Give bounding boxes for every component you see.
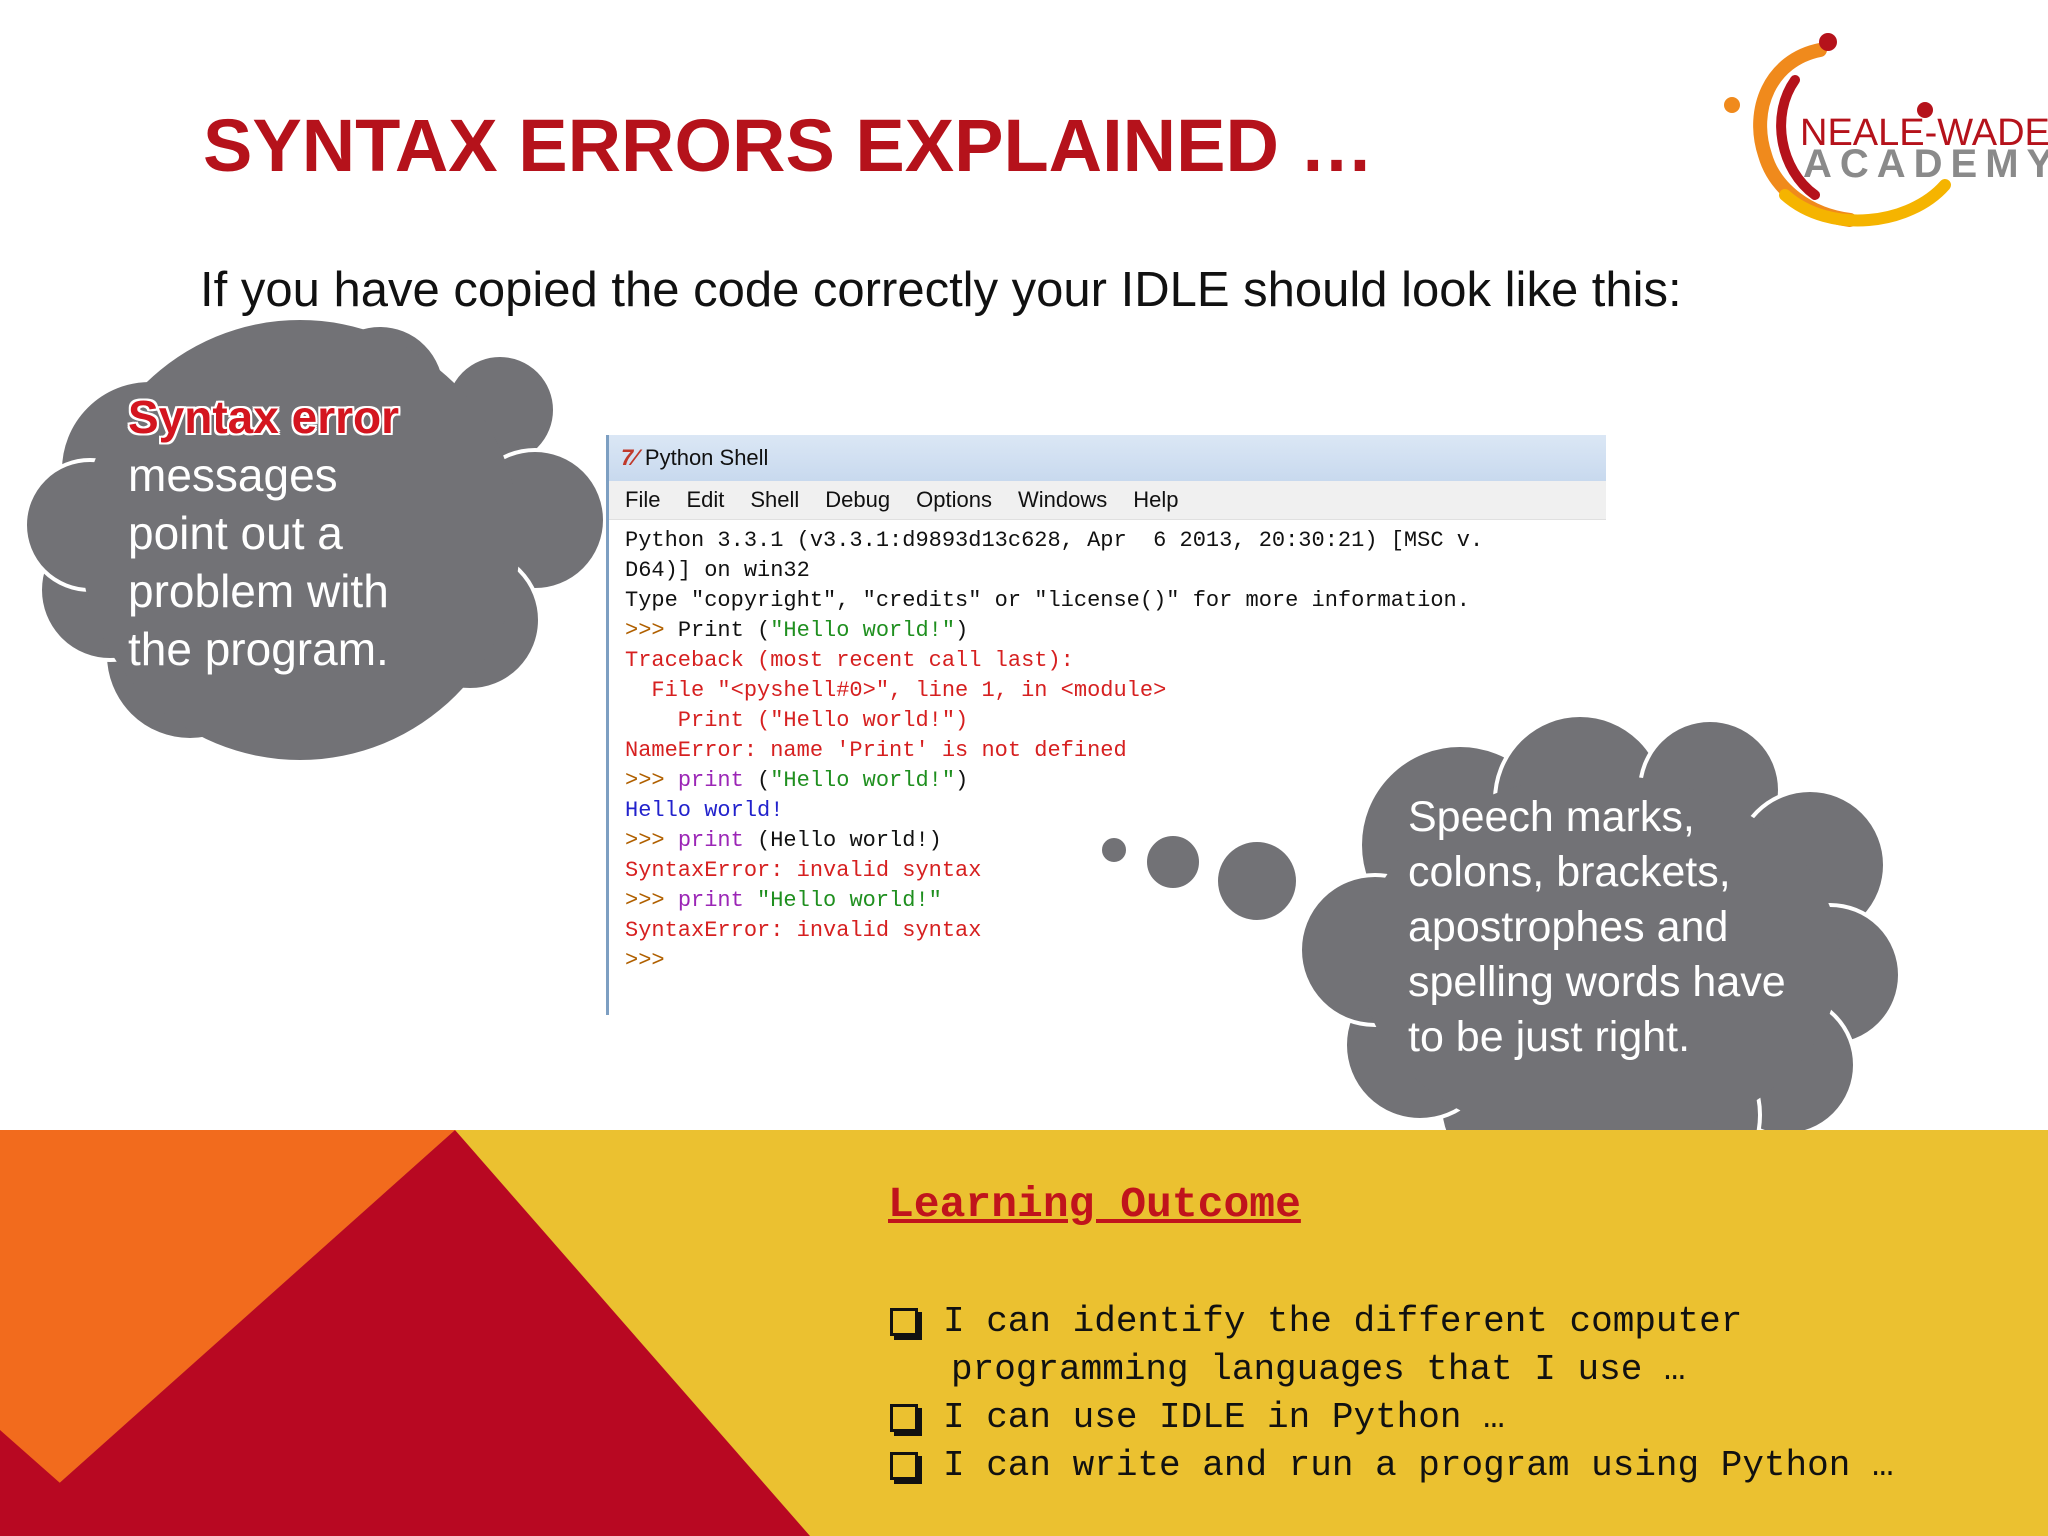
shell-segment: D64)] on win32 <box>625 558 810 583</box>
shell-line: File "<pyshell#0>", line 1, in <module> <box>625 676 1606 706</box>
shell-segment: ( <box>743 768 771 793</box>
shell-segment: File "<pyshell#0>", line 1, in <module> <box>625 678 1167 703</box>
shell-segment: Type "copyright", "credits" or "license(… <box>625 588 1470 613</box>
shell-segment: Print ( <box>677 618 771 643</box>
shell-segment: print <box>677 768 744 793</box>
shell-segment: (Hello world!) <box>743 828 942 853</box>
menu-debug[interactable]: Debug <box>825 487 890 513</box>
cloud-right-text: Speech marks, colons, brackets, apostrop… <box>1408 793 1786 1061</box>
shell-segment: "Hello world!" <box>757 888 942 913</box>
shell-segment: SyntaxError: invalid syntax <box>625 918 982 943</box>
shell-segment: print <box>677 828 744 853</box>
shell-line: Type "copyright", "credits" or "license(… <box>625 586 1606 616</box>
academy-logo: NEALE-WADE ACADEMY <box>1710 20 2048 240</box>
shell-line: Traceback (most recent call last): <box>625 646 1606 676</box>
cloud-left-text: Syntax error messages point out a proble… <box>128 388 428 678</box>
shell-segment: ) <box>955 618 969 643</box>
menu-windows[interactable]: Windows <box>1018 487 1107 513</box>
shell-segment: Traceback (most recent call last): <box>625 648 1074 673</box>
menu-help[interactable]: Help <box>1133 487 1178 513</box>
menu-edit[interactable]: Edit <box>686 487 724 513</box>
shell-segment: Python 3.3.1 (v3.3.1:d9893d13c628, Apr 6… <box>625 528 1484 553</box>
shell-segment: >>> <box>625 828 678 853</box>
checkbox-icon <box>890 1308 918 1336</box>
shell-segment: >>> <box>625 618 678 643</box>
shell-segment: "Hello world!" <box>770 618 956 643</box>
shell-segment: ) <box>955 768 969 793</box>
idle-titlebar: 7⁄ Python Shell <box>609 435 1606 481</box>
cloud-left-highlight: Syntax error <box>128 391 400 443</box>
shell-segment: SyntaxError: invalid syntax <box>625 858 982 883</box>
shell-segment <box>744 888 757 913</box>
shell-segment: print <box>677 888 744 913</box>
learning-outcome-item: I can write and run a program using Pyth… <box>888 1442 1894 1490</box>
checkbox-icon <box>890 1404 918 1432</box>
shell-segment: >>> <box>625 948 665 973</box>
learning-outcome-item: I can identify the different computer pr… <box>888 1298 1894 1394</box>
slide-title: SYNTAX ERRORS EXPLAINED … <box>203 104 1374 187</box>
idle-window-title: Python Shell <box>644 445 769 470</box>
shell-line: >>> Print ("Hello world!") <box>625 616 1606 646</box>
thought-bubbles <box>1098 832 1300 924</box>
shell-segment: >>> <box>625 888 678 913</box>
menu-options[interactable]: Options <box>916 487 992 513</box>
shell-segment: >>> <box>625 768 678 793</box>
shell-segment: Print ("Hello world!") <box>625 708 969 733</box>
shell-line: Python 3.3.1 (v3.3.1:d9893d13c628, Apr 6… <box>625 526 1606 556</box>
menu-shell[interactable]: Shell <box>750 487 799 513</box>
shell-segment: Hello world! <box>625 798 784 823</box>
learning-outcome-list: I can identify the different computer pr… <box>888 1298 1894 1490</box>
checkbox-icon <box>890 1452 918 1480</box>
shell-segment: "Hello world!" <box>770 768 956 793</box>
learning-outcome-title: Learning Outcome <box>888 1180 1301 1229</box>
python-feather-icon: 7⁄ <box>621 445 637 470</box>
learning-outcome-item: I can use IDLE in Python … <box>888 1394 1894 1442</box>
shell-segment: NameError: name 'Print' is not defined <box>625 738 1127 763</box>
shell-line: D64)] on win32 <box>625 556 1606 586</box>
slide-subtitle: If you have copied the code correctly yo… <box>200 263 1682 317</box>
cloud-left-body: messages point out a problem with the pr… <box>128 449 389 675</box>
idle-menubar: File Edit Shell Debug Options Windows He… <box>609 481 1606 520</box>
menu-file[interactable]: File <box>625 487 660 513</box>
logo-name-bottom: ACADEMY <box>1803 142 2048 186</box>
